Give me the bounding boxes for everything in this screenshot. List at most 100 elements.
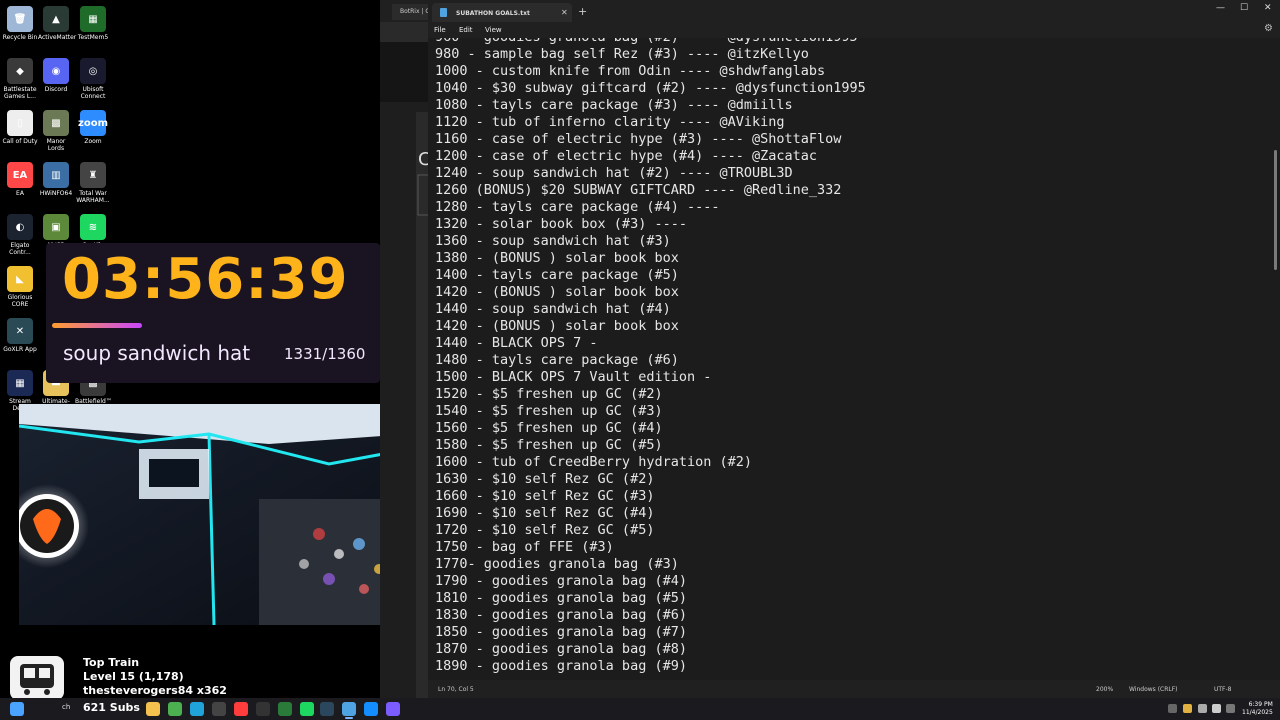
subathon-timer: 03:56:39: [62, 247, 349, 312]
text-line: 1660 - $10 self Rez GC (#3): [435, 488, 655, 504]
maximize-button[interactable]: ☐: [1240, 3, 1248, 13]
terminal-icon[interactable]: [256, 702, 270, 716]
tray-power-icon[interactable]: [1226, 704, 1235, 713]
desktop-icon-glorious-core[interactable]: ◣ Glorious CORE: [2, 266, 38, 308]
text-line: 1200 - case of electric hype (#4) ---- @…: [435, 148, 818, 164]
desktop-app-icon: ▩: [43, 110, 69, 136]
notepad-titlebar: SUBATHON GOALS.txt ✕ + — ☐ ✕: [428, 0, 1280, 22]
desktop-app-icon: ▯: [7, 110, 33, 136]
clock-time: 6:39 PM: [1248, 701, 1273, 708]
line-ending: Windows (CRLF): [1129, 686, 1178, 693]
desktop-icon-activematter[interactable]: ▲ ActiveMatter: [38, 6, 76, 41]
current-goal-count: 1331/1360: [284, 345, 366, 363]
desktop-icon-label: Glorious CORE: [7, 294, 33, 308]
file-explorer-icon[interactable]: [146, 702, 160, 716]
text-line: 1600 - tub of CreedBerry hydration (#2): [435, 454, 752, 470]
taskbar-search[interactable]: ch: [62, 703, 70, 711]
tray-chevron-icon[interactable]: [1168, 704, 1177, 713]
desktop-icon-label: Ubisoft Connect: [80, 86, 106, 100]
tray-network-icon[interactable]: [1198, 704, 1207, 713]
tab-close-icon[interactable]: ✕: [561, 8, 568, 17]
desktop-icon-call-of-duty[interactable]: ▯ Call of Duty: [2, 110, 38, 145]
notepad-text-area[interactable]: 960 - goodies granola bag (#2) ---- @dys…: [428, 38, 1268, 680]
text-line: 1850 - goodies granola bag (#7): [435, 624, 687, 640]
desktop-icon-testmem5[interactable]: ▦ TestMem5: [75, 6, 111, 41]
desktop-icon-hwinfo64[interactable]: ▥ HWiNFO64: [38, 162, 74, 197]
text-line: 1400 - tayls care package (#5): [435, 267, 679, 283]
text-line: 1420 - (BONUS ) solar book box: [435, 318, 679, 334]
edge-icon[interactable]: [190, 702, 204, 716]
menu-view[interactable]: View: [485, 26, 502, 34]
desktop-app-icon: ≋: [80, 214, 106, 240]
desktop-app-icon: ▦: [7, 370, 33, 396]
start-windows-icon[interactable]: [10, 702, 24, 716]
desktop-app-icon: ◣: [7, 266, 33, 292]
desktop-icon-ubisoft-connect[interactable]: ◎ Ubisoft Connect: [75, 58, 111, 100]
desktop-icon-elgato-contr[interactable]: ◐ Elgato Contr...: [2, 214, 38, 256]
menu-file[interactable]: File: [434, 26, 446, 34]
tray-app-icon[interactable]: [1183, 704, 1192, 713]
text-line: 1500 - BLACK OPS 7 Vault edition -: [435, 369, 712, 385]
desktop-icon-discord[interactable]: ◉ Discord: [38, 58, 74, 93]
chrome-icon[interactable]: [168, 702, 182, 716]
desktop-icon-ea[interactable]: EA EA: [2, 162, 38, 197]
text-line: 1890 - goodies granola bag (#9): [435, 658, 687, 674]
desktop-icon-zoom[interactable]: zoom Zoom: [75, 110, 111, 145]
top-train-widget: Top Train Level 15 (1,178) thesteveroger…: [0, 652, 380, 700]
text-line: 1790 - goodies granola bag (#4): [435, 573, 687, 589]
text-line: 1360 - soup sandwich hat (#3): [435, 233, 671, 249]
text-line: 1630 - $10 self Rez GC (#2): [435, 471, 655, 487]
desktop-app-icon: ✕: [7, 318, 33, 344]
top-train-subs: 621 Subs: [83, 701, 140, 714]
menu-edit[interactable]: Edit: [459, 26, 473, 34]
adobe-icon[interactable]: [234, 702, 248, 716]
new-tab-button[interactable]: +: [578, 5, 587, 18]
taskbar: ch 6:39 PM 11/4/2025: [0, 698, 1280, 720]
train-icon: [10, 656, 64, 700]
text-line: 980 - sample bag self Rez (#3) ---- @itz…: [435, 46, 809, 62]
text-line: 1440 - BLACK OPS 7 -: [435, 335, 598, 351]
streamlabs-icon[interactable]: [386, 702, 400, 716]
goal-progress-bar: [52, 323, 142, 328]
text-line: 1380 - (BONUS ) solar book box: [435, 250, 679, 266]
text-line: 1540 - $5 freshen up GC (#3): [435, 403, 663, 419]
active-app-indicator: [345, 717, 353, 719]
obs-icon[interactable]: [212, 702, 226, 716]
desktop-app-icon: ◉: [43, 58, 69, 84]
notepad-tab[interactable]: SUBATHON GOALS.txt ✕: [432, 3, 572, 22]
text-line: 1040 - $30 subway giftcard (#2) ---- @dy…: [435, 80, 866, 96]
desktop-icon-manor-lords[interactable]: ▩ Manor Lords: [38, 110, 74, 152]
desktop-icon-battlestate-games-l[interactable]: ◆ Battlestate Games L...: [2, 58, 38, 100]
minimize-button[interactable]: —: [1216, 3, 1225, 13]
vertical-scrollbar[interactable]: [1274, 150, 1277, 270]
desktop-icon-recycle-bin[interactable]: 🗑 Recycle Bin: [2, 6, 38, 41]
text-line: 1260 (BONUS) $20 SUBWAY GIFTCARD ---- @R…: [435, 182, 842, 198]
desktop-app-icon: ▣: [43, 214, 69, 240]
desktop-app-icon: ♜: [80, 162, 106, 188]
desktop-app-icon: EA: [7, 162, 33, 188]
desktop: 🗑 Recycle Bin ▲ ActiveMatter ▦ TestMem5 ◆ Battl…: [0, 0, 410, 700]
top-train-level: Level 15 (1,178): [83, 670, 184, 683]
text-line: 1810 - goodies granola bag (#5): [435, 590, 687, 606]
tray-clock[interactable]: 6:39 PM 11/4/2025: [1242, 701, 1273, 717]
desktop-icon-label: Total War WARHAM...: [76, 190, 110, 204]
text-line: 1000 - custom knife from Odin ---- @shdw…: [435, 63, 826, 79]
desktop-app-icon: zoom: [78, 110, 108, 136]
tray-volume-icon[interactable]: [1212, 704, 1221, 713]
text-line: 1480 - tayls care package (#6): [435, 352, 679, 368]
webcam-feed: [19, 404, 410, 625]
desktop-app-icon: 🗑: [7, 6, 33, 32]
settings-gear-icon[interactable]: ⚙: [1264, 23, 1273, 34]
notepad-statusbar: Ln 70, Col 5 200% Windows (CRLF) UTF-8: [428, 680, 1280, 698]
text-line: 960 - goodies granola bag (#2) ---- @dys…: [435, 38, 866, 46]
spotify-icon[interactable]: [300, 702, 314, 716]
desktop-icon-goxlr-app[interactable]: ✕ GoXLR App: [2, 318, 38, 353]
encoding: UTF-8: [1214, 686, 1232, 693]
notepad-tab-title: SUBATHON GOALS.txt: [456, 10, 530, 17]
notepad-icon[interactable]: [342, 702, 356, 716]
battle-net-icon[interactable]: [364, 702, 378, 716]
close-button[interactable]: ✕: [1264, 3, 1272, 13]
desktop-icon-total-war-warham[interactable]: ♜ Total War WARHAM...: [75, 162, 111, 204]
steam-icon[interactable]: [320, 702, 334, 716]
xbox-icon[interactable]: [278, 702, 292, 716]
